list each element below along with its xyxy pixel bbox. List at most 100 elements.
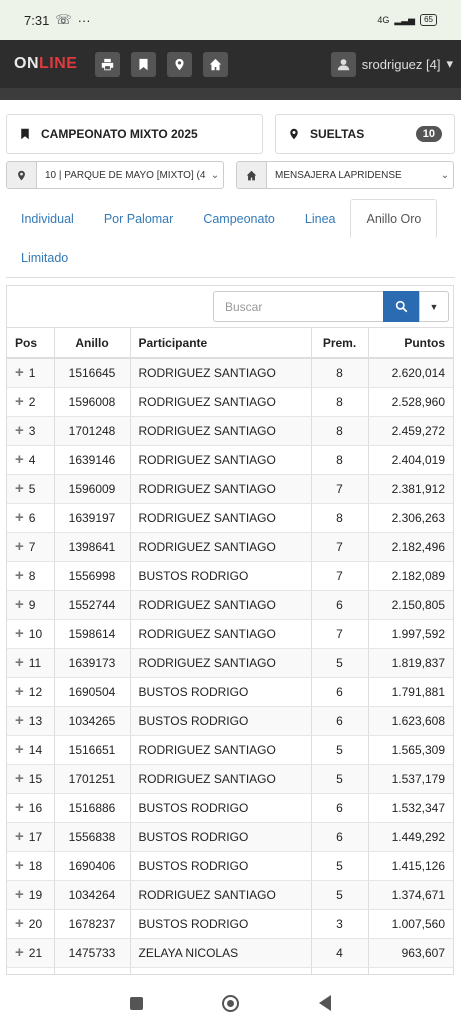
table-row[interactable]: +14 1516651 RODRIGUEZ SANTIAGO 5 1.565,309 xyxy=(7,735,453,765)
tab-linea[interactable]: Linea xyxy=(290,199,351,238)
caret-down-icon: ▾ xyxy=(446,56,453,71)
cell-prem: 5 xyxy=(311,880,369,910)
tab-individual[interactable]: Individual xyxy=(6,199,89,238)
expand-row-icon[interactable]: + xyxy=(15,596,24,613)
tab-anillo-oro[interactable]: Anillo Oro xyxy=(350,199,438,238)
expand-row-icon[interactable]: + xyxy=(15,741,24,758)
map-marker-icon xyxy=(18,170,25,180)
header-pos[interactable]: Pos xyxy=(7,328,55,359)
table-row[interactable]: +18 1690406 BUSTOS RODRIGO 5 1.415,126 xyxy=(7,851,453,881)
brand-logo[interactable]: ONLINE xyxy=(14,55,77,73)
cell-pos: +11 xyxy=(7,648,55,678)
header-puntos[interactable]: Puntos xyxy=(368,328,453,359)
cell-pos: +9 xyxy=(7,590,55,620)
tab-campeonato[interactable]: Campeonato xyxy=(188,199,290,238)
loose-card[interactable]: SUELTAS 10 xyxy=(275,114,455,154)
expand-row-icon[interactable]: + xyxy=(15,770,24,787)
user-menu[interactable]: srodriguez [4] ▾ xyxy=(330,51,453,77)
cell-puntos: 963,607 xyxy=(368,938,453,968)
expand-row-icon[interactable]: + xyxy=(15,625,24,642)
cell-puntos: 901,283 xyxy=(368,967,453,974)
cell-anillo: 1516651 xyxy=(54,735,131,765)
expand-row-icon[interactable]: + xyxy=(15,886,24,903)
expand-row-icon[interactable]: + xyxy=(15,944,24,961)
back-button[interactable] xyxy=(319,995,332,1011)
championship-card[interactable]: CAMPEONATO MIXTO 2025 xyxy=(6,114,263,154)
home-button[interactable] xyxy=(203,51,229,77)
loose-count-badge: 10 xyxy=(415,126,442,142)
cell-pos: +2 xyxy=(7,387,55,417)
cell-puntos: 1.623,608 xyxy=(368,706,453,736)
expand-row-icon[interactable]: + xyxy=(15,364,24,381)
expand-row-icon[interactable]: + xyxy=(15,915,24,932)
cell-anillo: 1516886 xyxy=(54,793,131,823)
expand-row-icon[interactable]: + xyxy=(15,712,24,729)
home-nav-button[interactable] xyxy=(222,994,240,1012)
chevron-down-icon: ⌄ xyxy=(210,169,220,181)
cell-anillo: 1552744 xyxy=(54,590,131,620)
expand-row-icon[interactable]: + xyxy=(15,538,24,555)
table-row[interactable]: +10 1598614 RODRIGUEZ SANTIAGO 7 1.997,592 xyxy=(7,619,453,649)
table-row[interactable]: +17 1556838 BUSTOS RODRIGO 6 1.449,292 xyxy=(7,822,453,852)
table-row[interactable]: +6 1639197 RODRIGUEZ SANTIAGO 8 2.306,263 xyxy=(7,503,453,533)
cell-puntos: 1.791,881 xyxy=(368,677,453,707)
expand-row-icon[interactable]: + xyxy=(15,480,24,497)
search-icon xyxy=(395,300,407,313)
expand-row-icon[interactable]: + xyxy=(15,451,24,468)
expand-row-icon[interactable]: + xyxy=(15,509,24,526)
expand-row-icon[interactable]: + xyxy=(15,567,24,584)
club-select-value: MENSAJERA LAPRIDENSE xyxy=(275,169,402,181)
table-row[interactable]: +21 1475733 ZELAYA NICOLAS 4 963,607 xyxy=(7,938,453,968)
table-row[interactable]: +11 1639173 RODRIGUEZ SANTIAGO 5 1.819,837 xyxy=(7,648,453,678)
tab-por-palomar[interactable]: Por Palomar xyxy=(89,199,188,238)
tab-limitado[interactable]: Limitado xyxy=(6,238,83,277)
cell-prem: 6 xyxy=(311,706,369,736)
table-row[interactable]: +12 1690504 BUSTOS RODRIGO 6 1.791,881 xyxy=(7,677,453,707)
table-row[interactable]: +8 1556998 BUSTOS RODRIGO 7 2.182,089 xyxy=(7,561,453,591)
race-select[interactable]: 10 | PARQUE DE MAYO [MIXTO] (4 ⌄ xyxy=(6,161,224,189)
chevron-down-icon: ⌄ xyxy=(440,169,450,181)
cell-pos: +20 xyxy=(7,909,55,939)
cell-pos: +21 xyxy=(7,938,55,968)
cell-pos: +17 xyxy=(7,822,55,852)
table-row[interactable]: +7 1398641 RODRIGUEZ SANTIAGO 7 2.182,496 xyxy=(7,532,453,562)
home-icon xyxy=(246,170,257,180)
location-button[interactable] xyxy=(167,51,193,77)
table-row[interactable]: +16 1516886 BUSTOS RODRIGO 6 1.532,347 xyxy=(7,793,453,823)
cell-anillo: 1596008 xyxy=(54,387,131,417)
club-select[interactable]: MENSAJERA LAPRIDENSE ⌄ xyxy=(236,161,454,189)
cell-participante: BUSTOS RODRIGO xyxy=(130,561,312,591)
cell-prem: 5 xyxy=(311,648,369,678)
expand-row-icon[interactable]: + xyxy=(15,683,24,700)
expand-row-icon[interactable]: + xyxy=(15,973,24,974)
cell-participante: RODRIGUEZ SANTIAGO xyxy=(130,590,312,620)
table-row[interactable]: +20 1678237 BUSTOS RODRIGO 3 1.007,560 xyxy=(7,909,453,939)
table-row[interactable]: +5 1596009 RODRIGUEZ SANTIAGO 7 2.381,912 xyxy=(7,474,453,504)
header-prem[interactable]: Prem. xyxy=(311,328,369,359)
table-row[interactable]: +19 1034264 RODRIGUEZ SANTIAGO 5 1.374,671 xyxy=(7,880,453,910)
print-button[interactable] xyxy=(95,51,121,77)
search-input[interactable]: Buscar xyxy=(213,291,383,322)
expand-row-icon[interactable]: + xyxy=(15,422,24,439)
search-options-dropdown[interactable]: ▼ xyxy=(419,291,449,322)
bookmark-button[interactable] xyxy=(131,51,157,77)
expand-row-icon[interactable]: + xyxy=(15,857,24,874)
table-row[interactable]: +13 1034265 BUSTOS RODRIGO 6 1.623,608 xyxy=(7,706,453,736)
search-button[interactable] xyxy=(383,291,419,322)
status-bar: 7:31 ☏ ··· 4G ▂▃▅ 65 xyxy=(0,0,461,40)
header-participante[interactable]: Participante xyxy=(130,328,312,359)
expand-row-icon[interactable]: + xyxy=(15,393,24,410)
expand-row-icon[interactable]: + xyxy=(15,799,24,816)
table-row[interactable]: +1 1516645 RODRIGUEZ SANTIAGO 8 2.620,014 xyxy=(7,358,453,388)
table-row[interactable]: +9 1552744 RODRIGUEZ SANTIAGO 6 2.150,805 xyxy=(7,590,453,620)
table-row[interactable]: +2 1596008 RODRIGUEZ SANTIAGO 8 2.528,960 xyxy=(7,387,453,417)
table-row[interactable]: +3 1701248 RODRIGUEZ SANTIAGO 8 2.459,272 xyxy=(7,416,453,446)
expand-row-icon[interactable]: + xyxy=(15,828,24,845)
table-row[interactable]: +4 1639146 RODRIGUEZ SANTIAGO 8 2.404,019 xyxy=(7,445,453,475)
cell-puntos: 1.415,126 xyxy=(368,851,453,881)
header-anillo[interactable]: Anillo xyxy=(54,328,131,359)
table-row[interactable]: +15 1701251 RODRIGUEZ SANTIAGO 5 1.537,179 xyxy=(7,764,453,794)
recent-apps-button[interactable] xyxy=(129,996,143,1010)
expand-row-icon[interactable]: + xyxy=(15,654,24,671)
table-row[interactable]: +221516680RODRIGUEZ SANTIAGO3901,283 xyxy=(7,967,453,974)
